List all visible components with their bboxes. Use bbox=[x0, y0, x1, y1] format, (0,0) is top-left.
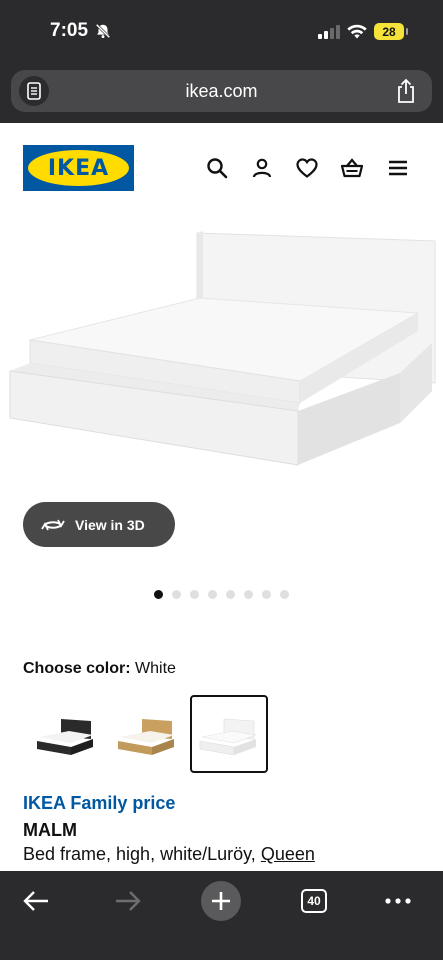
gallery-dot[interactable] bbox=[244, 590, 253, 599]
new-tab-button[interactable] bbox=[201, 881, 241, 921]
tabs-button[interactable]: 40 bbox=[294, 881, 334, 921]
gallery-dot[interactable] bbox=[226, 590, 235, 599]
url-text[interactable]: ikea.com bbox=[11, 81, 432, 102]
new-tab-circle bbox=[201, 881, 241, 921]
more-dots-icon bbox=[385, 898, 411, 904]
menu-icon[interactable] bbox=[386, 156, 410, 180]
basket-icon[interactable] bbox=[340, 156, 364, 180]
black-brown-bed-thumbnail bbox=[37, 719, 93, 755]
battery-indicator: 28 bbox=[374, 23, 408, 40]
gallery-dot[interactable] bbox=[154, 590, 163, 599]
address-bar[interactable]: ikea.com bbox=[11, 70, 432, 112]
gallery-dot[interactable] bbox=[208, 590, 217, 599]
white-bed-thumbnail bbox=[199, 718, 258, 756]
gallery-pagination[interactable] bbox=[154, 590, 289, 599]
logo-oval: IKEA bbox=[28, 150, 129, 186]
ikea-logo[interactable]: IKEA bbox=[23, 145, 134, 191]
rotate-3d-icon bbox=[41, 519, 65, 530]
bed-illustration bbox=[9, 231, 436, 466]
browser-top-chrome: 7:05 28 ikea.com bbox=[0, 0, 443, 123]
search-icon[interactable] bbox=[205, 156, 229, 180]
forward-button[interactable] bbox=[108, 881, 148, 921]
heart-icon[interactable] bbox=[295, 156, 319, 180]
gallery-dot[interactable] bbox=[262, 590, 271, 599]
oak-bed-thumbnail bbox=[118, 719, 174, 755]
product-description: Bed frame, high, white/Luröy, Queen bbox=[23, 844, 315, 865]
choose-color-value: White bbox=[135, 660, 176, 677]
view-in-3d-button[interactable]: View in 3D bbox=[23, 502, 175, 547]
more-button[interactable] bbox=[378, 881, 418, 921]
plus-icon bbox=[212, 892, 230, 910]
browser-bottom-toolbar: 40 bbox=[0, 871, 443, 960]
share-icon[interactable] bbox=[394, 78, 418, 104]
logo-text: IKEA bbox=[47, 155, 110, 181]
account-icon[interactable] bbox=[250, 156, 274, 180]
ikea-family-price-label[interactable]: IKEA Family price bbox=[23, 793, 175, 814]
color-option-oak-veneer[interactable] bbox=[108, 695, 186, 773]
view-in-3d-label: View in 3D bbox=[75, 516, 145, 533]
site-header: IKEA bbox=[0, 123, 443, 213]
gallery-dot[interactable] bbox=[190, 590, 199, 599]
color-option-black-brown[interactable] bbox=[27, 695, 105, 773]
wifi-icon bbox=[347, 24, 367, 39]
product-name: MALM bbox=[23, 820, 77, 840]
status-time: 7:05 bbox=[50, 20, 89, 41]
tab-count: 40 bbox=[301, 889, 327, 913]
choose-color-heading: Choose color: bbox=[23, 660, 131, 677]
product-description-text: Bed frame, high, white/Luröy, bbox=[23, 844, 256, 864]
back-arrow-icon bbox=[23, 891, 48, 911]
cell-signal-icon bbox=[318, 25, 340, 39]
size-link[interactable]: Queen bbox=[261, 844, 315, 864]
silent-bell-icon bbox=[95, 23, 111, 39]
forward-arrow-icon bbox=[116, 891, 141, 911]
color-option-white[interactable] bbox=[190, 695, 268, 773]
gallery-dot[interactable] bbox=[172, 590, 181, 599]
choose-color-label: Choose color: White bbox=[23, 660, 176, 678]
gallery-dot[interactable] bbox=[280, 590, 289, 599]
back-button[interactable] bbox=[16, 881, 56, 921]
